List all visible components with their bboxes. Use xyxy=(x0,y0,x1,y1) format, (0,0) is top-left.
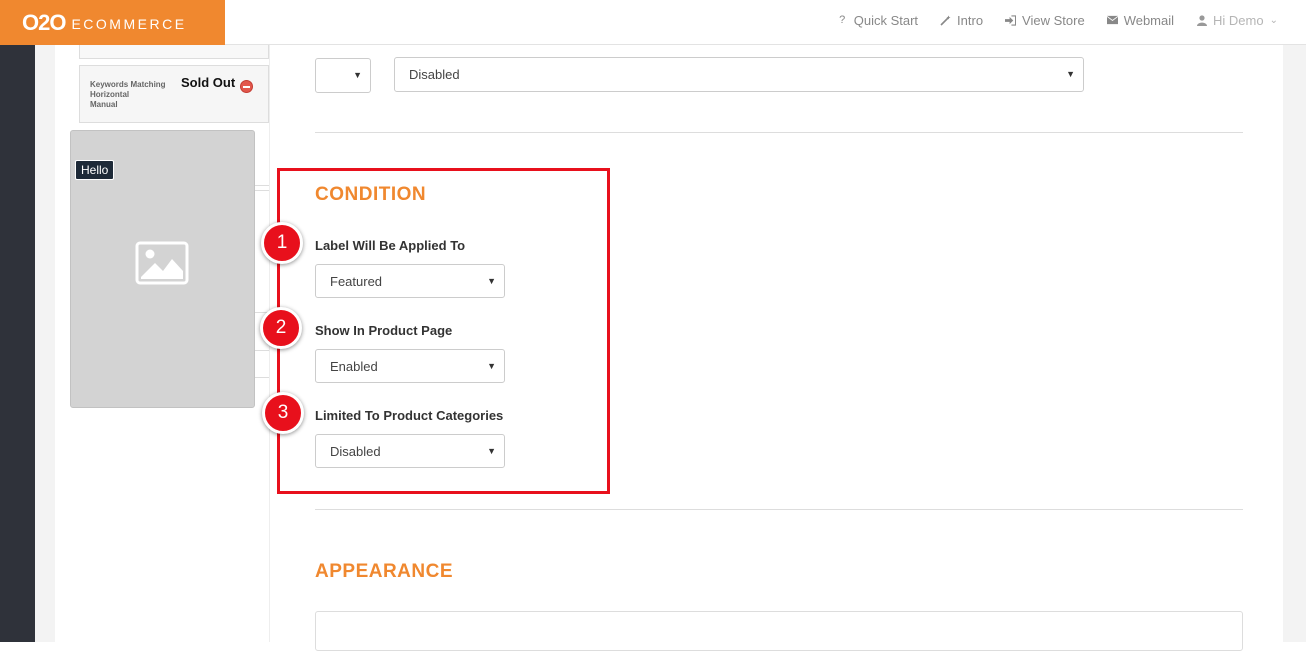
product-image-preview: Hello xyxy=(70,130,255,408)
question-icon: ? xyxy=(839,14,846,26)
step-badge-2: 2 xyxy=(260,307,302,349)
divider xyxy=(255,185,269,186)
divider xyxy=(255,377,269,378)
keywords-line-2: Horizontal xyxy=(90,90,130,99)
top-nav: ? Quick Start Intro View Store Webmail H… xyxy=(837,0,1278,40)
wand-icon xyxy=(940,15,951,26)
nav-quick-start-label: Quick Start xyxy=(853,12,919,28)
user-icon xyxy=(1196,14,1207,26)
main-content: ▼ Disabled ▼ CONDITION Label Will Be App… xyxy=(260,45,1283,651)
caret-down-icon: ▼ xyxy=(1066,69,1075,79)
wide-select[interactable]: Disabled ▼ xyxy=(394,57,1084,92)
preview-side-lines xyxy=(255,185,269,380)
nav-user-menu[interactable]: Hi Demo ⌄ xyxy=(1196,13,1278,28)
divider xyxy=(315,509,1243,510)
content-gutter xyxy=(35,45,55,642)
divider xyxy=(255,190,269,191)
nav-user-label: Hi Demo xyxy=(1213,12,1264,28)
nav-view-store-label: View Store xyxy=(1022,12,1085,28)
hello-badge: Hello xyxy=(75,160,115,180)
nav-view-store[interactable]: View Store xyxy=(1005,13,1085,28)
image-placeholder-icon xyxy=(135,241,189,290)
logo-mark: O2O xyxy=(22,9,66,35)
appearance-title: APPEARANCE xyxy=(315,561,454,582)
keywords-line-3: Manual xyxy=(90,100,118,109)
logo-text: ECOMMERCE xyxy=(71,15,187,32)
condition-highlight-box xyxy=(277,168,610,494)
nav-webmail-label: Webmail xyxy=(1123,12,1175,28)
divider xyxy=(255,350,269,351)
sold-out-label: Sold Out xyxy=(181,75,236,90)
caret-down-icon: ▼ xyxy=(353,70,362,80)
wide-select-value: Disabled xyxy=(409,67,460,82)
divider xyxy=(315,132,1243,133)
appearance-panel xyxy=(315,611,1243,651)
step-badge-1: 1 xyxy=(261,222,303,264)
keywords-text: Keywords Matching Horizontal Manual xyxy=(90,80,166,110)
nav-intro-label: Intro xyxy=(957,12,984,28)
remove-icon[interactable] xyxy=(240,80,253,93)
preview-top-card xyxy=(79,45,269,59)
nav-webmail[interactable]: Webmail xyxy=(1106,12,1175,28)
nav-quick-start[interactable]: ? Quick Start xyxy=(837,13,918,28)
label-preview-panel: Keywords Matching Horizontal Manual Sold… xyxy=(55,45,269,642)
right-gutter xyxy=(1283,45,1306,642)
sidebar-collapsed xyxy=(0,45,35,642)
sign-in-icon xyxy=(1005,14,1017,26)
step-badge-3: 3 xyxy=(262,392,304,434)
nav-intro[interactable]: Intro xyxy=(940,13,983,28)
top-bar: O2O ECOMMERCE ? Quick Start Intro View S… xyxy=(0,0,1306,45)
logo[interactable]: O2O ECOMMERCE xyxy=(0,0,225,45)
keywords-line-1: Keywords Matching xyxy=(90,80,166,89)
small-select[interactable]: ▼ xyxy=(315,58,371,93)
chevron-down-icon: ⌄ xyxy=(1269,14,1278,26)
preview-product-card: Keywords Matching Horizontal Manual Sold… xyxy=(79,65,269,123)
envelope-icon xyxy=(1106,15,1118,26)
